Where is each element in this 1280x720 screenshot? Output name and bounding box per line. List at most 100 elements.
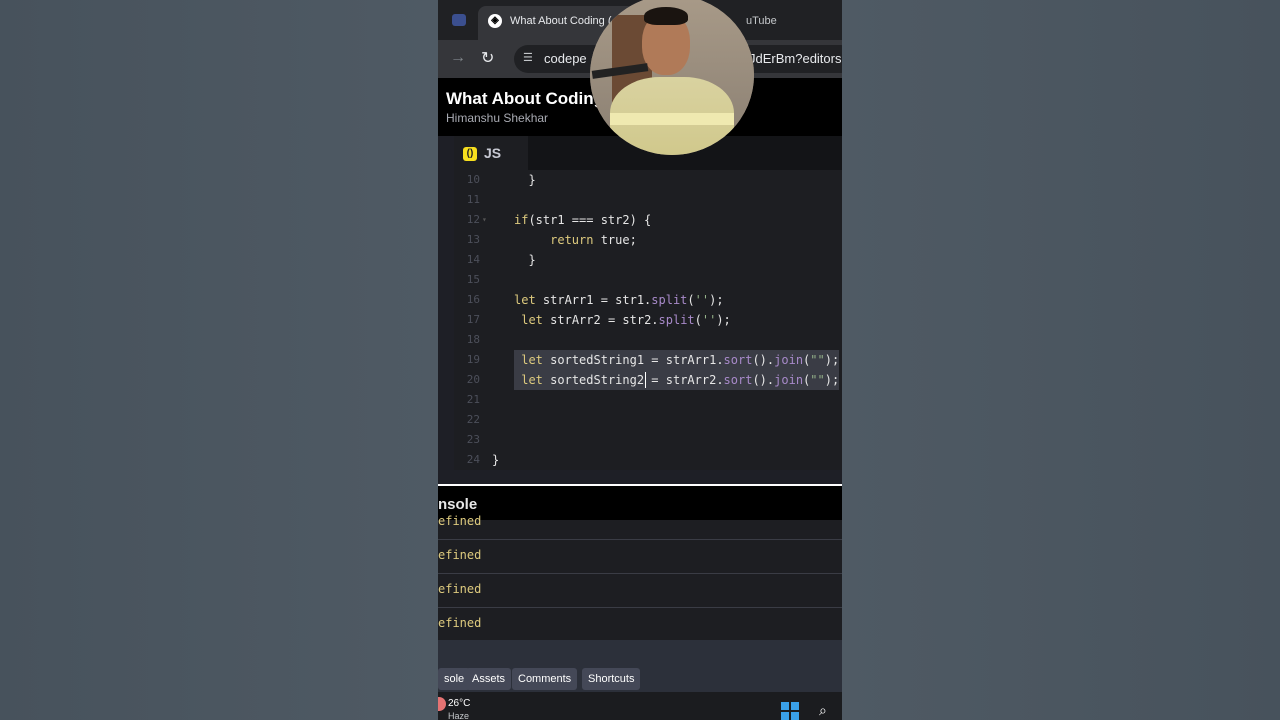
code-line[interactable]: 22 — [454, 410, 842, 430]
line-number: 10 — [466, 173, 480, 186]
footer-button-assets[interactable]: Assets — [466, 668, 512, 690]
code-text: let strArr1 = str1.split(''); — [514, 290, 724, 310]
pen-footer-bar: sole Assets Comments Shortcuts — [438, 640, 842, 692]
code-token: let — [521, 373, 543, 387]
code-line[interactable]: 20 let sortedString2 = strArr2.sort().jo… — [454, 370, 842, 390]
line-number: 11 — [466, 193, 480, 206]
code-line[interactable]: 10 } — [454, 170, 842, 190]
code-token: if — [514, 213, 529, 227]
weather-temperature: 26°C — [448, 698, 471, 709]
code-line[interactable]: 12 ▾ if(str1 === str2) { — [454, 210, 842, 230]
reload-icon[interactable]: ↻ — [481, 48, 494, 68]
code-token: sortedString2 = strArr2. — [542, 373, 724, 387]
console-row: efined — [438, 540, 842, 574]
line-number: 18 — [466, 333, 480, 346]
code-token: let — [521, 353, 543, 367]
taskbar-search-icon[interactable]: ⌕ — [819, 702, 827, 719]
code-area[interactable]: 10 } 11 12 ▾ if(str1 === str2) {13 return tr… — [454, 170, 842, 470]
code-token: '' — [694, 293, 710, 307]
code-token: strArr2 = str2. — [542, 313, 659, 327]
code-line[interactable]: 19 let sortedString1 = strArr1.sort().jo… — [454, 350, 842, 370]
code-token: strArr1 = str1. — [535, 293, 652, 307]
line-number: 14 — [466, 253, 480, 266]
js-tab-label: JS — [484, 145, 502, 161]
footer-button-shortcuts[interactable]: Shortcuts — [582, 668, 641, 690]
code-token: split — [658, 313, 695, 327]
code-text: if(str1 === str2) { — [514, 210, 651, 230]
line-number: 15 — [466, 273, 480, 286]
line-number: 19 — [466, 353, 480, 366]
code-line[interactable]: 14 } — [454, 250, 842, 270]
js-editor: () JS 10 } 11 12 ▾ if(str1 === str2) {13 ret… — [454, 136, 842, 470]
fold-arrow-icon[interactable]: ▾ — [482, 210, 487, 230]
line-number: 21 — [466, 393, 480, 406]
code-line[interactable]: 15 — [454, 270, 842, 290]
windows-taskbar: 26°C Haze ⌕ — [438, 692, 842, 720]
code-token: (str1 === str2) { — [528, 213, 652, 227]
pen-title[interactable]: What About Coding — [446, 89, 604, 109]
line-number: 17 — [466, 313, 480, 326]
js-icon: () — [463, 147, 477, 161]
code-text: let sortedString2 = strArr2.sort().join(… — [514, 370, 840, 390]
webcam-shirt-stripe — [610, 113, 734, 125]
webcam-person-hair — [644, 7, 688, 25]
code-line[interactable]: 18 — [454, 330, 842, 350]
code-token: true; — [593, 233, 637, 247]
code-token: ); — [716, 313, 731, 327]
code-token: let — [521, 313, 543, 327]
weather-icon[interactable] — [438, 697, 446, 711]
console-output: efined efined efined efined — [438, 514, 842, 642]
code-token: ( — [694, 313, 702, 327]
code-token: join — [774, 353, 804, 367]
line-number: 16 — [466, 293, 480, 306]
url-end: JdErBm?editors= — [749, 51, 842, 66]
blurred-background-left — [0, 0, 438, 720]
code-token: join — [774, 373, 804, 387]
code-token: (). — [752, 353, 775, 367]
code-token: "" — [810, 353, 825, 367]
code-text: let sortedString1 = strArr1.sort().join(… — [514, 350, 840, 370]
line-number: 23 — [466, 433, 480, 446]
line-number: 22 — [466, 413, 480, 426]
webcam-overlay — [590, 0, 754, 155]
code-token: split — [651, 293, 688, 307]
code-token: ); — [824, 373, 840, 387]
blurred-background-right — [842, 0, 1280, 720]
windows-start-icon[interactable] — [781, 702, 799, 720]
console-row: efined — [438, 574, 842, 608]
code-token: sortedString1 = strArr1. — [542, 353, 724, 367]
code-text: return true; — [514, 230, 637, 250]
code-line[interactable]: 17 let strArr2 = str2.split(''); — [454, 310, 842, 330]
code-line[interactable]: 24} — [454, 450, 842, 470]
code-line[interactable]: 11 — [454, 190, 842, 210]
site-info-icon[interactable]: ☰ — [523, 52, 535, 64]
tab-js[interactable]: () JS — [454, 136, 528, 170]
code-line[interactable]: 23 — [454, 430, 842, 450]
footer-button-comments[interactable]: Comments — [512, 668, 578, 690]
tab-search-icon[interactable] — [452, 14, 466, 26]
code-token: let — [514, 293, 536, 307]
code-token: sort — [723, 373, 753, 387]
url-start: codepe — [544, 51, 587, 66]
console-value: efined — [438, 514, 482, 528]
code-token: } — [492, 453, 500, 467]
code-text: } — [492, 450, 499, 470]
code-text: } — [514, 250, 536, 270]
pen-author[interactable]: Himanshu Shekhar — [446, 111, 548, 125]
line-number: 24 — [466, 453, 480, 466]
console-row: efined — [438, 608, 842, 642]
code-token: ( — [687, 293, 695, 307]
code-line[interactable]: 21 — [454, 390, 842, 410]
code-token: } — [528, 253, 536, 267]
forward-icon[interactable]: → — [450, 49, 466, 67]
code-text: let strArr2 = str2.split(''); — [514, 310, 731, 330]
console-row: efined — [438, 506, 842, 540]
code-token: return — [550, 233, 594, 247]
code-token: ); — [824, 353, 840, 367]
code-line[interactable]: 16 let strArr1 = str1.split(''); — [454, 290, 842, 310]
console-value: efined — [438, 616, 482, 630]
code-line[interactable]: 13 return true; — [454, 230, 842, 250]
code-text: } — [514, 170, 535, 190]
code-token: (). — [752, 373, 775, 387]
code-token: "" — [810, 373, 825, 387]
